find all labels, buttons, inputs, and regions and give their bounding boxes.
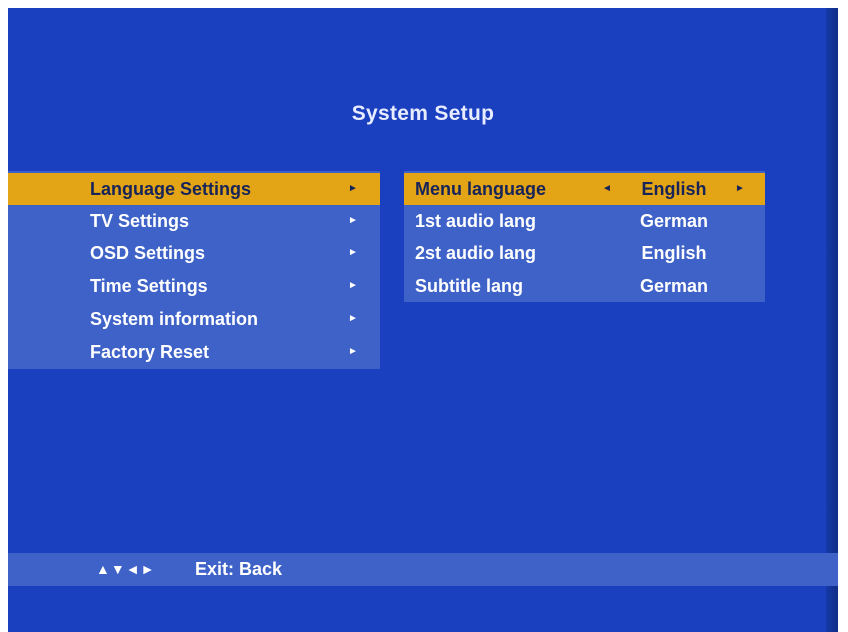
setup-menu: Language Settings ► TV Settings ► OSD Se… <box>8 171 380 369</box>
tv-screen: System Setup Language Settings ► TV Sett… <box>8 8 838 632</box>
menu-item-tv-settings[interactable]: TV Settings ► <box>8 205 380 237</box>
second-audio-lang-row[interactable]: 2st audio lang English <box>404 237 765 269</box>
menu-item-label: Factory Reset <box>90 342 210 362</box>
arrow-right-icon: ► <box>348 183 358 194</box>
arrow-right-icon: ► <box>348 313 358 324</box>
help-bar: ▲▼◄► Exit: Back <box>8 553 838 586</box>
navigation-arrows-icon: ▲▼◄► <box>96 561 156 577</box>
menu-item-language-settings[interactable]: Language Settings ► <box>8 173 380 205</box>
menu-item-factory-reset[interactable]: Factory Reset ► <box>8 336 380 368</box>
setting-value: German <box>639 211 709 231</box>
page-title: System Setup <box>351 102 495 125</box>
language-settings-panel: Menu language ◄ English ► 1st audio lang… <box>404 171 765 302</box>
help-text: Exit: Back <box>195 559 283 579</box>
menu-item-label: Language Settings <box>90 179 252 199</box>
setting-value: German <box>639 276 709 296</box>
menu-item-osd-settings[interactable]: OSD Settings ► <box>8 237 380 269</box>
menu-item-label: OSD Settings <box>90 243 206 263</box>
first-audio-lang-row[interactable]: 1st audio lang German <box>404 205 765 237</box>
arrow-right-icon[interactable]: ► <box>735 173 745 205</box>
menu-item-time-settings[interactable]: Time Settings ► <box>8 270 380 302</box>
setting-value: English <box>641 179 707 199</box>
arrow-left-icon[interactable]: ◄ <box>602 173 612 205</box>
arrow-right-icon: ► <box>348 215 358 226</box>
setting-label: Menu language <box>415 179 547 199</box>
menu-item-label: TV Settings <box>90 211 190 231</box>
menu-language-row[interactable]: Menu language ◄ English ► <box>404 173 765 205</box>
setting-value: English <box>641 243 707 263</box>
menu-item-system-information[interactable]: System information ► <box>8 303 380 335</box>
setting-label: 1st audio lang <box>415 211 537 231</box>
arrow-right-icon: ► <box>348 247 358 258</box>
arrow-right-icon: ► <box>348 280 358 291</box>
subtitle-lang-row[interactable]: Subtitle lang German <box>404 270 765 302</box>
setting-label: 2st audio lang <box>415 243 537 263</box>
menu-item-label: System information <box>90 309 259 329</box>
arrow-right-icon: ► <box>348 346 358 357</box>
setting-label: Subtitle lang <box>415 276 523 296</box>
menu-item-label: Time Settings <box>90 276 208 296</box>
